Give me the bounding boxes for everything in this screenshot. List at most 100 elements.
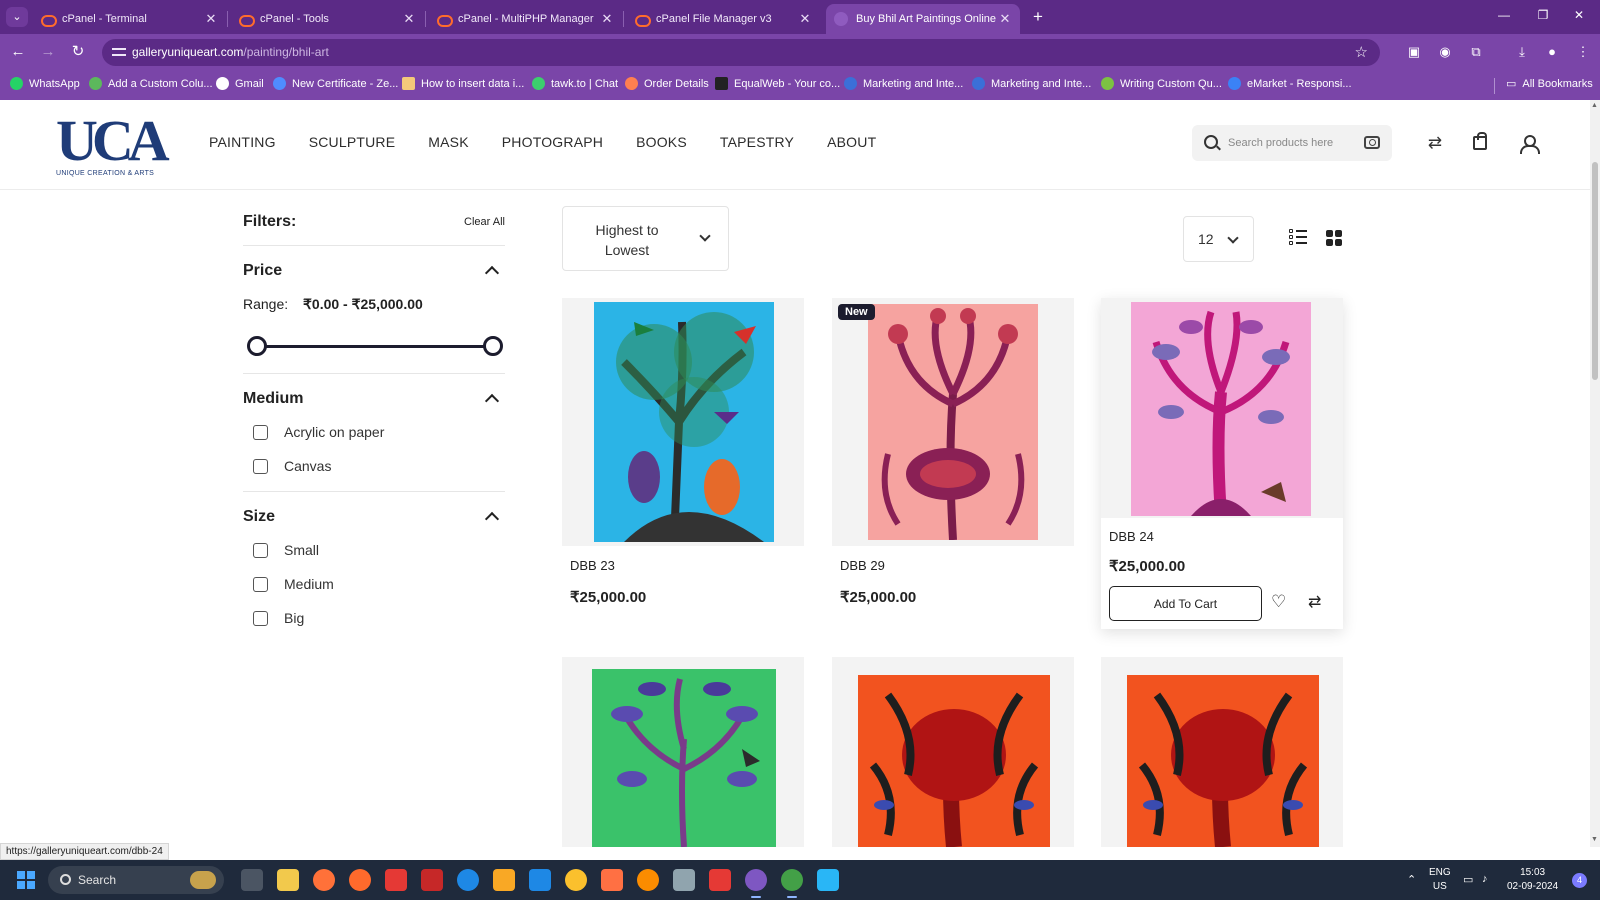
product-name[interactable]: DBB 23	[570, 558, 615, 573]
filezilla-icon[interactable]	[421, 869, 443, 891]
product-image[interactable]	[832, 657, 1074, 847]
checkbox[interactable]	[253, 610, 268, 626]
scroll-up-icon[interactable]: ▲	[1591, 102, 1598, 109]
bookmark-item[interactable]: How to insert data i...	[402, 77, 524, 90]
product-card[interactable]	[562, 657, 804, 847]
checkbox[interactable]	[253, 458, 268, 474]
sublime-icon[interactable]	[493, 869, 515, 891]
anydesk-icon[interactable]	[385, 869, 407, 891]
bookmark-item[interactable]: Gmail	[216, 77, 264, 90]
product-name[interactable]: DBB 29	[840, 558, 885, 573]
restore-icon[interactable]: ❐	[1533, 8, 1553, 22]
chrome-icon[interactable]	[781, 869, 803, 898]
compare-icon[interactable]: ⇄	[1308, 592, 1321, 612]
bookmark-star-icon[interactable]: ☆	[1355, 43, 1368, 61]
price-slider-track[interactable]	[257, 345, 494, 348]
reload-icon[interactable]: ↻	[68, 42, 88, 62]
bookmark-item[interactable]: Marketing and Inte...	[844, 77, 963, 90]
window-close-icon[interactable]: ✕	[1569, 8, 1589, 22]
tray-chevron-icon[interactable]: ⌃	[1407, 873, 1416, 886]
product-image[interactable]	[1101, 298, 1343, 518]
browser-tab-gallery[interactable]: Buy Bhil Art Paintings Online | C ✕	[826, 4, 1020, 34]
chrome-icon[interactable]	[565, 869, 587, 891]
compare-icon[interactable]: ⇄	[1425, 133, 1445, 153]
size-option-small[interactable]: Small	[253, 542, 319, 558]
edge-icon[interactable]	[457, 869, 479, 891]
price-slider-max-handle[interactable]	[483, 336, 503, 356]
size-option-medium[interactable]: Medium	[253, 576, 334, 592]
extension-icon[interactable]: ◉	[1436, 43, 1454, 61]
browser-menu-icon[interactable]: ⋮	[1574, 43, 1592, 61]
checkbox[interactable]	[253, 424, 268, 440]
close-icon[interactable]: ✕	[998, 11, 1012, 27]
network-icon[interactable]: ▭	[1463, 873, 1473, 886]
bookmark-item[interactable]: tawk.to | Chat	[532, 77, 618, 90]
medium-option-canvas[interactable]: Canvas	[253, 458, 331, 474]
bookmark-item[interactable]: Writing Custom Qu...	[1101, 77, 1222, 90]
bookmark-item[interactable]: New Certificate - Ze...	[273, 77, 398, 90]
notepad-icon[interactable]	[817, 869, 839, 891]
search-input[interactable]	[1228, 133, 1356, 153]
browser-tab-multiphp[interactable]: cPanel - MultiPHP Manager ✕	[428, 4, 622, 34]
task-view-icon[interactable]	[241, 869, 263, 891]
back-icon[interactable]: ←	[8, 42, 28, 62]
page-scrollbar[interactable]: ▲ ▼	[1590, 100, 1600, 847]
download-icon[interactable]: ⤓	[1513, 43, 1531, 61]
size-option-big[interactable]: Big	[253, 610, 304, 626]
add-to-cart-button[interactable]: Add To Cart	[1109, 586, 1262, 621]
product-image[interactable]	[1101, 657, 1343, 847]
notification-badge[interactable]: 4	[1572, 873, 1587, 888]
nav-painting[interactable]: PAINTING	[209, 134, 276, 150]
bookmark-item[interactable]: Marketing and Inte...	[972, 77, 1091, 90]
windows-start-icon[interactable]	[17, 871, 35, 889]
chevron-up-icon[interactable]	[484, 265, 500, 281]
all-bookmarks[interactable]: ▭ All Bookmarks	[1506, 77, 1593, 91]
checkbox[interactable]	[253, 542, 268, 558]
product-card[interactable]	[1101, 657, 1343, 847]
app-icon[interactable]	[349, 869, 371, 891]
bookmark-item[interactable]: Order Details	[625, 77, 709, 90]
wishlist-heart-icon[interactable]: ♡	[1271, 592, 1286, 612]
list-view-icon[interactable]	[1289, 229, 1307, 245]
price-slider-min-handle[interactable]	[247, 336, 267, 356]
product-image[interactable]	[832, 298, 1074, 546]
address-url[interactable]: galleryuniqueart.com/painting/bhil-art	[132, 45, 329, 59]
product-image[interactable]	[562, 657, 804, 847]
file-explorer-icon[interactable]	[277, 869, 299, 891]
firefox-icon[interactable]	[313, 869, 335, 891]
site-logo[interactable]: UCA UNIQUE CREATION & ARTS	[56, 112, 170, 180]
input-language[interactable]: ENG US	[1429, 866, 1451, 894]
chevron-up-icon[interactable]	[484, 511, 500, 527]
clear-all-link[interactable]: Clear All	[464, 216, 505, 228]
user-account-icon[interactable]	[1519, 134, 1540, 154]
bookmark-item[interactable]: Add a Custom Colu...	[89, 77, 213, 90]
close-icon[interactable]: ✕	[600, 11, 614, 27]
taskbar-search[interactable]: Search	[48, 866, 224, 894]
brave-icon[interactable]	[637, 869, 659, 891]
product-card[interactable]: New DBB 29 ₹25,000.00	[832, 298, 1074, 618]
close-icon[interactable]: ✕	[204, 11, 218, 27]
scroll-down-icon[interactable]: ▼	[1591, 836, 1598, 843]
per-page-dropdown[interactable]: 12	[1183, 216, 1254, 262]
profile-icon[interactable]: ●	[1543, 43, 1561, 61]
close-icon[interactable]: ✕	[402, 11, 416, 27]
browser-tab-terminal[interactable]: cPanel - Terminal ✕	[32, 4, 226, 34]
product-card[interactable]	[832, 657, 1074, 847]
bookmark-item[interactable]: eMarket - Responsi...	[1228, 77, 1352, 90]
sort-dropdown[interactable]: Highest to Lowest	[562, 206, 729, 271]
site-settings-icon[interactable]	[112, 45, 126, 59]
bookmark-item[interactable]: WhatsApp	[10, 77, 80, 90]
app-icon[interactable]	[673, 869, 695, 891]
chrome-icon[interactable]	[745, 869, 767, 898]
checkbox[interactable]	[253, 576, 268, 592]
product-card[interactable]: DBB 24 ₹25,000.00 Add To Cart ♡ ⇄	[1101, 298, 1343, 629]
minimize-icon[interactable]: —	[1494, 8, 1514, 22]
nav-photograph[interactable]: PHOTOGRAPH	[502, 134, 603, 150]
close-icon[interactable]: ✕	[798, 11, 812, 27]
nav-books[interactable]: BOOKS	[636, 134, 687, 150]
app-icon[interactable]	[601, 869, 623, 891]
extensions-puzzle-icon[interactable]: ⧉	[1467, 43, 1485, 61]
nav-about[interactable]: ABOUT	[827, 134, 876, 150]
grid-view-icon[interactable]	[1326, 230, 1342, 246]
product-name[interactable]: DBB 24	[1109, 529, 1154, 544]
